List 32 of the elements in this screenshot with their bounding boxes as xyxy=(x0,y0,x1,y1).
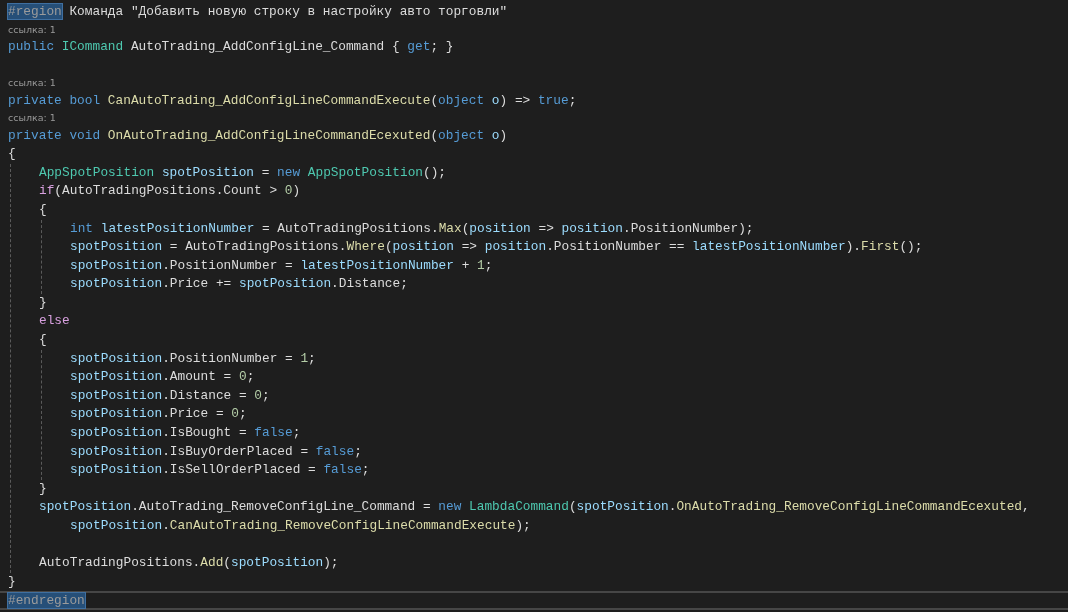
code-line: { xyxy=(39,200,48,219)
code-line: public ICommand AutoTrading_AddConfigLine_Command { get; } xyxy=(8,38,455,56)
code-line: } xyxy=(39,293,48,312)
code-line: { xyxy=(8,145,17,164)
code-line: } xyxy=(8,572,17,591)
code-line: } xyxy=(39,479,48,498)
code-line: spotPosition.Price += spotPosition.Distance; xyxy=(70,275,409,294)
code-line: spotPosition.CanAutoTrading_RemoveConfigLineCommandExecute); xyxy=(69,517,532,535)
code-line: private void OnAutoTrading_AddConfigLineCommandEcexuted(object o) xyxy=(8,126,509,145)
code-line: spotPosition.IsBought = false; xyxy=(70,424,302,443)
code-line: spotPosition.Price = 0; xyxy=(70,405,248,424)
reference-count-link[interactable]: ссылка: 1 xyxy=(8,21,56,38)
code-line: spotPosition.PositionNumber = latestPositionNumber + 1; xyxy=(70,256,494,275)
code-line: AppSpotPosition spotPosition = new AppSpotPosition(); xyxy=(39,163,448,182)
code-line: spotPosition.IsBuyOrderPlaced = false; xyxy=(70,442,363,461)
code-line: { xyxy=(39,331,48,350)
code-line: if(AutoTradingPositions.Count > 0) xyxy=(39,182,302,201)
code-line: spotPosition.Amount = 0; xyxy=(70,368,256,387)
code-line: else xyxy=(39,312,71,331)
code-line: private bool CanAutoTrading_AddConfigLineCommandExecute(object o) => true; xyxy=(8,91,578,110)
code-line: spotPosition.AutoTrading_RemoveConfigLine_Command = new LambdaCommand(spotPosition.OnAutoTrading_RemoveConfigLineCommandEcexuted, xyxy=(39,498,1031,517)
code-line: spotPosition.Distance = 0; xyxy=(70,386,271,405)
code-line: spotPosition = AutoTradingPositions.Where(position => position.PositionNumber == latestPositionNumber).First(); xyxy=(70,238,924,257)
code-editor[interactable] xyxy=(0,0,1068,612)
code-line: #region Команда "Добавить новую строку в настройку авто торговли" xyxy=(8,3,509,21)
code-line: int latestPositionNumber = AutoTradingPositions.Max(position => position.PositionNumber); xyxy=(70,219,755,238)
code-line: #endregion xyxy=(0,591,1068,611)
code-line: spotPosition.IsSellOrderPlaced = false; xyxy=(70,461,371,480)
reference-count-link[interactable]: ссылка: 1 xyxy=(8,75,56,92)
reference-count-link[interactable]: ссылка: 1 xyxy=(8,110,56,127)
code-line: AutoTradingPositions.Add(spotPosition); xyxy=(39,554,340,573)
code-line: spotPosition.PositionNumber = 1; xyxy=(70,349,317,368)
